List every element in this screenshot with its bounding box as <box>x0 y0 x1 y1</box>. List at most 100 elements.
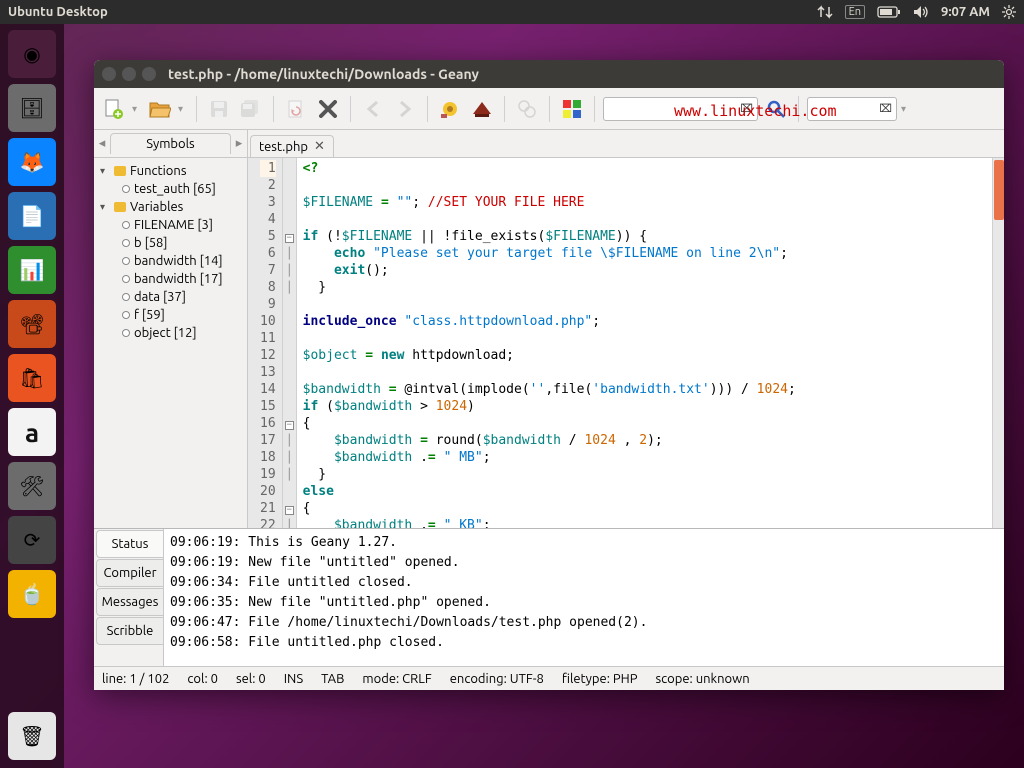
status-mode: mode: CRLF <box>362 672 431 686</box>
code-view[interactable]: 12345678910111213141516171819202122 −│││… <box>248 158 1004 528</box>
status-col: col: 0 <box>187 672 218 686</box>
search-input[interactable]: ⌧ <box>603 97 758 121</box>
sidebar-scroll-left[interactable]: ◂ <box>94 136 110 151</box>
goto-line-input[interactable]: ⌧ <box>807 97 897 121</box>
sidebar-tab-symbols[interactable]: Symbols <box>110 133 231 154</box>
maximize-icon[interactable] <box>142 67 156 81</box>
nav-forward-button[interactable] <box>391 95 419 123</box>
clock[interactable]: 9:07 AM <box>941 5 990 19</box>
statusbar: line: 1 / 102 col: 0 sel: 0 INS TAB mode… <box>94 666 1004 690</box>
fold-toggle[interactable]: − <box>285 506 294 515</box>
execute-button[interactable] <box>513 95 541 123</box>
symbol-icon <box>122 275 130 283</box>
bottom-tab-status[interactable]: Status <box>96 530 163 558</box>
status-message-line: 09:06:19: This is Geany 1.27. <box>170 533 998 553</box>
tree-group[interactable]: ▾Variables <box>94 198 247 216</box>
editor-tab-label: test.php <box>259 140 308 154</box>
new-file-button[interactable] <box>100 95 128 123</box>
color-chooser-button[interactable] <box>558 95 586 123</box>
gear-icon[interactable] <box>1002 5 1016 19</box>
editor-tab-testphp[interactable]: test.php ✕ <box>250 135 334 157</box>
status-messages[interactable]: 09:06:19: This is Geany 1.27.09:06:19: N… <box>164 529 1004 666</box>
tree-item[interactable]: FILENAME [3] <box>94 216 247 234</box>
symbol-icon <box>122 221 130 229</box>
close-icon[interactable] <box>102 67 116 81</box>
tree-item[interactable]: f [59] <box>94 306 247 324</box>
save-button[interactable] <box>205 95 233 123</box>
symbols-tree[interactable]: ▾Functionstest_auth [65]▾VariablesFILENA… <box>94 158 247 346</box>
message-tabs: StatusCompilerMessagesScribble <box>94 529 164 666</box>
key-icon <box>114 202 126 212</box>
symbols-sidebar: ◂ Symbols ▸ ▾Functionstest_auth [65]▾Var… <box>94 130 248 528</box>
launcher-files[interactable]: 🗄 <box>8 84 56 132</box>
battery-icon[interactable] <box>877 6 901 18</box>
launcher-writer[interactable]: 📄 <box>8 192 56 240</box>
launcher-amazon[interactable]: a <box>8 408 56 456</box>
tree-item[interactable]: data [37] <box>94 288 247 306</box>
editor-scrollbar[interactable] <box>992 158 1004 528</box>
status-sel: sel: 0 <box>236 672 266 686</box>
key-icon <box>114 166 126 176</box>
tree-item[interactable]: test_auth [65] <box>94 180 247 198</box>
status-line: line: 1 / 102 <box>102 672 169 686</box>
clear-goto-icon[interactable]: ⌧ <box>879 102 892 115</box>
sidebar-scroll-right[interactable]: ▸ <box>231 136 247 151</box>
tree-item[interactable]: b [58] <box>94 234 247 252</box>
open-file-button[interactable] <box>146 95 174 123</box>
clear-search-icon[interactable]: ⌧ <box>740 102 753 115</box>
desktop-title: Ubuntu Desktop <box>8 5 108 19</box>
find-button[interactable] <box>762 95 790 123</box>
launcher-settings[interactable]: 🛠 <box>8 462 56 510</box>
fold-toggle[interactable]: − <box>285 234 294 243</box>
minimize-icon[interactable] <box>122 67 136 81</box>
launcher-thunderbird[interactable]: 🍵 <box>8 570 56 618</box>
message-panel: StatusCompilerMessagesScribble 09:06:19:… <box>94 528 1004 666</box>
bottom-tab-scribble[interactable]: Scribble <box>96 617 163 645</box>
status-ins: INS <box>284 672 303 686</box>
close-tab-icon[interactable]: ✕ <box>314 139 325 154</box>
build-button[interactable] <box>468 95 496 123</box>
symbol-icon <box>122 293 130 301</box>
code-content[interactable]: <?$FILENAME = ""; //SET YOUR FILE HEREif… <box>297 158 992 528</box>
close-file-button[interactable] <box>314 95 342 123</box>
status-message-line: 09:06:19: New file "untitled" opened. <box>170 553 998 573</box>
window-titlebar[interactable]: test.php - /home/linuxtechi/Downloads - … <box>94 60 1004 88</box>
launcher-updater[interactable]: ⟳ <box>8 516 56 564</box>
symbol-icon <box>122 329 130 337</box>
line-number-gutter: 12345678910111213141516171819202122 <box>248 158 283 528</box>
launcher-calc[interactable]: 📊 <box>8 246 56 294</box>
keyboard-lang[interactable]: En <box>845 5 865 19</box>
symbol-icon <box>122 311 130 319</box>
nav-back-button[interactable] <box>359 95 387 123</box>
open-dropdown[interactable]: ▾ <box>178 103 188 115</box>
bottom-tab-messages[interactable]: Messages <box>96 588 163 616</box>
launcher-impress[interactable]: 📽 <box>8 300 56 348</box>
network-icon[interactable] <box>817 5 833 19</box>
compile-button[interactable] <box>436 95 464 123</box>
unity-launcher: ◉ 🗄 🦊 📄 📊 📽 🛍 a 🛠 ⟳ 🍵 🗑 <box>0 24 64 768</box>
symbol-icon <box>122 257 130 265</box>
launcher-dash[interactable]: ◉ <box>8 30 56 78</box>
new-dropdown[interactable]: ▾ <box>132 103 142 115</box>
tree-item[interactable]: object [12] <box>94 324 247 342</box>
tree-item[interactable]: bandwidth [14] <box>94 252 247 270</box>
editor-tabs: test.php ✕ <box>248 130 1004 158</box>
status-message-line: 09:06:58: File untitled.php closed. <box>170 633 998 653</box>
status-filetype: filetype: PHP <box>562 672 638 686</box>
sound-icon[interactable] <box>913 5 929 19</box>
status-enc: encoding: UTF-8 <box>450 672 544 686</box>
fold-toggle[interactable]: − <box>285 421 294 430</box>
launcher-software[interactable]: 🛍 <box>8 354 56 402</box>
tree-group[interactable]: ▾Functions <box>94 162 247 180</box>
status-message-line: 09:06:35: New file "untitled.php" opened… <box>170 593 998 613</box>
status-scope: scope: unknown <box>655 672 749 686</box>
launcher-trash[interactable]: 🗑 <box>8 712 56 760</box>
save-all-button[interactable] <box>237 95 265 123</box>
fold-column[interactable]: −│││−│││−│ <box>283 158 297 528</box>
bottom-tab-compiler[interactable]: Compiler <box>96 559 163 587</box>
status-tab: TAB <box>321 672 344 686</box>
launcher-firefox[interactable]: 🦊 <box>8 138 56 186</box>
reload-button[interactable] <box>282 95 310 123</box>
tree-item[interactable]: bandwidth [17] <box>94 270 247 288</box>
goto-dropdown[interactable]: ▾ <box>901 103 911 115</box>
